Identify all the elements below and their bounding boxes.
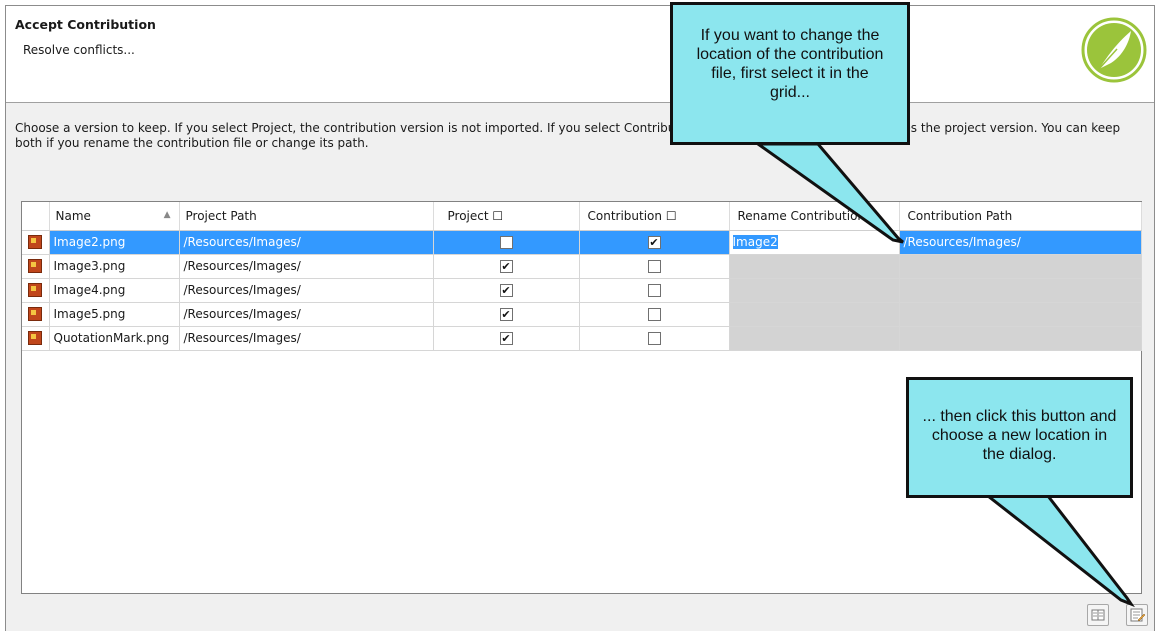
project-checkbox[interactable]: ✔ [499,260,513,273]
name-cell[interactable]: Image4.png [49,278,180,303]
dialog-title: Accept Contribution [15,17,156,32]
project-path-cell[interactable]: /Resources/Images/ [179,326,434,351]
contribution-cell[interactable] [579,254,730,279]
browse-path-icon [1130,608,1146,622]
column-header-project-path[interactable]: Project Path [179,202,434,231]
name-cell[interactable]: Image3.png [49,254,180,279]
project-checkbox[interactable]: ✔ [499,284,513,297]
top-callout: If you want to change the location of th… [670,2,910,145]
project-cell[interactable]: ✔ [433,278,580,303]
dialog-header: Accept Contribution Resolve conflicts... [6,6,1154,103]
project-cell[interactable]: ✔ [433,254,580,279]
rename-contribution-cell [729,302,900,327]
table-row[interactable]: Image3.png/Resources/Images/ ✔ [22,254,1142,279]
file-type-cell [22,254,50,279]
column-header-project-label: Project ☐ [447,208,504,223]
accept-contribution-dialog: Accept Contribution Resolve conflicts...… [5,5,1155,631]
project-path-cell[interactable]: /Resources/Images/ [179,230,434,255]
column-header-project-path-label: Project Path [185,208,257,223]
rename-contribution-input[interactable]: Image2 [731,233,898,251]
grid-body: Image2.png/Resources/Images/ ✔ Image2/Reso… [22,230,1142,351]
feather-logo-icon [1081,17,1147,83]
contribution-path-cell [899,254,1142,279]
image-file-icon [28,259,43,274]
column-header-contribution[interactable]: Contribution ☐ [579,202,730,231]
dialog-subtitle: Resolve conflicts... [23,43,135,57]
name-cell[interactable]: Image2.png [49,230,180,255]
project-path-cell[interactable]: /Resources/Images/ [179,302,434,327]
image-file-icon [28,235,43,250]
browse-contribution-path-button[interactable] [1126,604,1148,626]
image-file-icon [28,307,43,322]
project-cell[interactable]: ✔ [433,326,580,351]
contribution-path-cell [899,326,1142,351]
contribution-path-cell[interactable]: /Resources/Images/ [899,230,1142,255]
name-cell[interactable]: Image5.png [49,302,180,327]
project-cell[interactable]: ✔ [433,302,580,327]
table-row[interactable]: Image2.png/Resources/Images/ ✔ Image2/Reso… [22,230,1142,255]
table-row[interactable]: QuotationMark.png/Resources/Images/ ✔ [22,326,1142,351]
column-header-contribution-path-label: Contribution Path [907,208,1013,223]
sort-ascending-icon: ▲ [163,210,171,220]
columns-button[interactable] [1087,604,1109,626]
file-type-cell [22,230,50,255]
column-header-contribution-label: Contribution ☐ [587,208,677,223]
project-path-cell[interactable]: /Resources/Images/ [179,278,434,303]
project-path-cell[interactable]: /Resources/Images/ [179,254,434,279]
contribution-path-cell [899,278,1142,303]
contribution-checkbox[interactable]: ✔ [647,236,661,249]
column-header-name-label: Name [55,208,91,223]
columns-icon [1091,609,1105,621]
table-row[interactable]: Image5.png/Resources/Images/ ✔ [22,302,1142,327]
column-header-name[interactable]: Name ▲ [49,202,180,231]
rename-contribution-cell [729,278,900,303]
contribution-cell[interactable]: ✔ [579,230,730,255]
conflicts-table: Name ▲ Project Path Project ☐ Contributio… [22,202,1142,351]
rename-contribution-value: Image2 [732,235,778,249]
column-header-rename-contribution-label: Rename Contribution [737,208,866,223]
grid-header-icon [22,202,50,231]
grid-header-row: Name ▲ Project Path Project ☐ Contributio… [22,202,1142,231]
contribution-checkbox[interactable] [647,308,661,321]
project-checkbox[interactable]: ✔ [499,308,513,321]
contribution-path-cell [899,302,1142,327]
name-cell[interactable]: QuotationMark.png [49,326,180,351]
file-type-cell [22,302,50,327]
column-header-rename-contribution[interactable]: Rename Contribution [729,202,900,231]
file-type-cell [22,326,50,351]
column-header-contribution-path[interactable]: Contribution Path [899,202,1142,231]
project-checkbox[interactable]: ✔ [499,332,513,345]
contribution-checkbox[interactable] [647,260,661,273]
rename-contribution-cell [729,254,900,279]
rename-contribution-cell [729,326,900,351]
contribution-cell[interactable] [579,278,730,303]
table-row[interactable]: Image4.png/Resources/Images/ ✔ [22,278,1142,303]
contribution-cell[interactable] [579,326,730,351]
contribution-cell[interactable] [579,302,730,327]
column-header-project[interactable]: Project ☐ [433,202,580,231]
project-cell[interactable] [433,230,580,255]
contribution-checkbox[interactable] [647,284,661,297]
rename-contribution-cell[interactable]: Image2 [729,230,900,255]
project-checkbox[interactable] [499,236,513,249]
contribution-checkbox[interactable] [647,332,661,345]
bottom-callout: ... then click this button and choose a … [906,377,1133,498]
file-type-cell [22,278,50,303]
instructions-text: Choose a version to keep. If you select … [15,121,1121,150]
bottom-callout-text: ... then click this button and choose a … [922,408,1117,463]
image-file-icon [28,283,43,298]
top-callout-text: If you want to change the location of th… [696,27,884,101]
image-file-icon [28,331,43,346]
